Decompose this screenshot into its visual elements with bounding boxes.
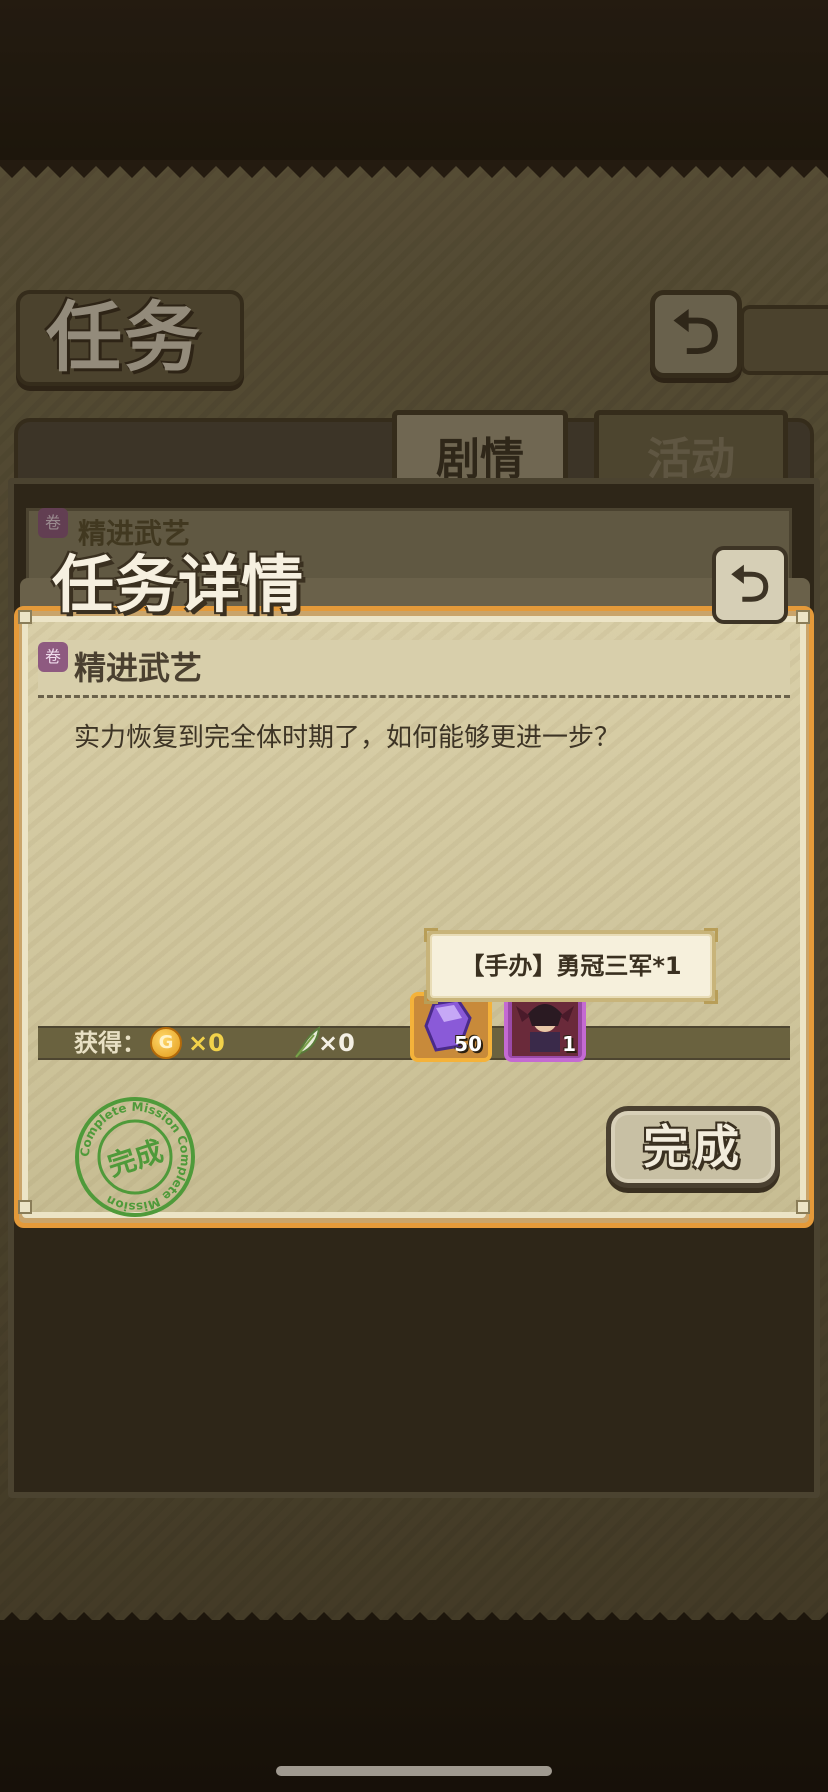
mission-description: 实力恢复到完全体时期了，如何能够更进一步？: [74, 723, 621, 753]
tooltip-corner: [704, 990, 718, 1004]
frame-corner: [796, 1200, 810, 1214]
mission-title: 精进武艺: [74, 649, 203, 687]
tooltip-corner: [424, 990, 438, 1004]
gold-coin-icon: G: [150, 1027, 182, 1059]
item-count: 50: [454, 1032, 482, 1056]
frame-corner: [18, 1200, 32, 1214]
tooltip-corner: [424, 928, 438, 942]
reward-item-figure[interactable]: 1: [504, 992, 586, 1062]
dialog-title: 任务详情: [52, 548, 305, 621]
frame-corner: [796, 610, 810, 624]
feather-count: ×0: [318, 1029, 355, 1057]
return-arrow-icon: ⮌: [729, 555, 771, 613]
frame-corner: [18, 610, 32, 624]
mission-complete-stamp: Complete Mission Complete Mission 完成: [75, 1097, 195, 1217]
dialog-back-button[interactable]: ⮌: [712, 546, 788, 624]
item-count: 1: [562, 1032, 576, 1056]
reward-label: 获得：: [74, 1029, 146, 1057]
coin-count: ×0: [188, 1029, 225, 1057]
scroll-icon: 卷: [38, 642, 68, 672]
tooltip-corner: [704, 928, 718, 942]
complete-button[interactable]: 完成: [606, 1106, 780, 1188]
item-tooltip: 【手办】勇冠三军*1: [426, 930, 716, 1002]
home-indicator[interactable]: [276, 1766, 552, 1776]
stamp-center-text: 完成: [104, 1134, 167, 1183]
reward-item-gem[interactable]: 50: [410, 992, 492, 1062]
